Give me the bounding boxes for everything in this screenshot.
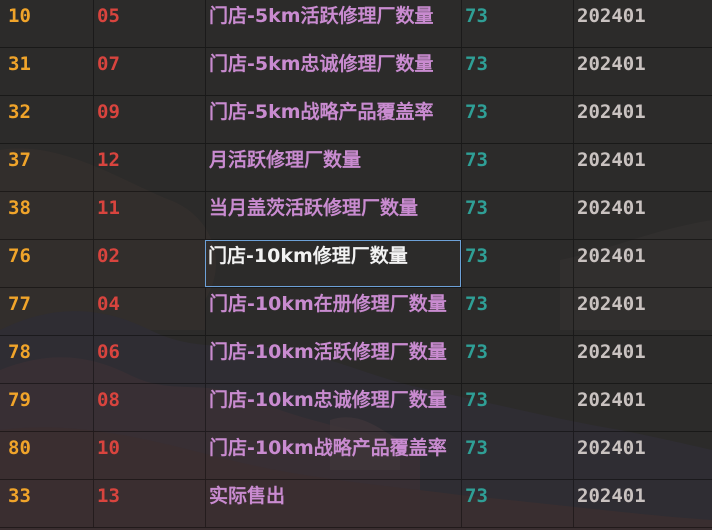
table-row[interactable]: 76 02 门店-10km修理厂数量 73 202401 — [0, 240, 712, 288]
table-row[interactable]: 10 05 门店-5km活跃修理厂数量 73 202401 — [0, 0, 712, 48]
metric-name-cell[interactable]: 月活跃修理厂数量 — [205, 144, 461, 191]
metric-name-cell[interactable]: 当月盖茨活跃修理厂数量 — [205, 192, 461, 239]
code-cell[interactable]: 13 — [93, 480, 205, 527]
code-cell[interactable]: 08 — [93, 384, 205, 431]
table-row[interactable]: 38 11 当月盖茨活跃修理厂数量 73 202401 — [0, 192, 712, 240]
value-cell[interactable]: 73 — [461, 432, 573, 479]
id-cell[interactable]: 37 — [0, 144, 93, 191]
metric-name-cell[interactable]: 门店-10km活跃修理厂数量 — [205, 336, 461, 383]
period-cell[interactable]: 202401 — [573, 96, 712, 143]
value-cell[interactable]: 73 — [461, 240, 573, 287]
period-cell[interactable]: 202401 — [573, 144, 712, 191]
value-cell[interactable]: 73 — [461, 48, 573, 95]
metric-name-cell[interactable]: 门店-5km活跃修理厂数量 — [205, 0, 461, 47]
id-cell[interactable]: 32 — [0, 96, 93, 143]
code-cell[interactable]: 02 — [93, 240, 205, 287]
table-row[interactable]: 77 04 门店-10km在册修理厂数量 73 202401 — [0, 288, 712, 336]
metric-name-cell[interactable]: 实际售出 — [205, 480, 461, 527]
code-cell[interactable]: 06 — [93, 336, 205, 383]
code-cell[interactable]: 12 — [93, 144, 205, 191]
code-cell[interactable]: 07 — [93, 48, 205, 95]
value-cell[interactable]: 73 — [461, 144, 573, 191]
value-cell[interactable]: 73 — [461, 336, 573, 383]
table-row[interactable]: 31 07 门店-5km忠诚修理厂数量 73 202401 — [0, 48, 712, 96]
metric-name-cell[interactable]: 门店-5km忠诚修理厂数量 — [205, 48, 461, 95]
value-cell[interactable]: 73 — [461, 192, 573, 239]
id-cell[interactable]: 77 — [0, 288, 93, 335]
value-cell[interactable]: 73 — [461, 96, 573, 143]
value-cell[interactable]: 73 — [461, 288, 573, 335]
metric-name-cell[interactable]: 门店-10km在册修理厂数量 — [205, 288, 461, 335]
table-row[interactable]: 78 06 门店-10km活跃修理厂数量 73 202401 — [0, 336, 712, 384]
id-cell[interactable]: 80 — [0, 432, 93, 479]
table-row[interactable]: 37 12 月活跃修理厂数量 73 202401 — [0, 144, 712, 192]
id-cell[interactable]: 78 — [0, 336, 93, 383]
metric-name-cell[interactable]: 门店-5km战略产品覆盖率 — [205, 96, 461, 143]
table-row[interactable]: 33 13 实际售出 73 202401 — [0, 480, 712, 528]
period-cell[interactable]: 202401 — [573, 288, 712, 335]
value-cell[interactable]: 73 — [461, 0, 573, 47]
period-cell[interactable]: 202401 — [573, 48, 712, 95]
code-cell[interactable]: 05 — [93, 0, 205, 47]
metric-name-cell[interactable]: 门店-10km战略产品覆盖率 — [205, 432, 461, 479]
period-cell[interactable]: 202401 — [573, 432, 712, 479]
value-cell[interactable]: 73 — [461, 384, 573, 431]
data-table: 10 05 门店-5km活跃修理厂数量 73 202401 31 07 门店-5km忠诚修理厂… — [0, 0, 712, 530]
value-cell[interactable]: 73 — [461, 480, 573, 527]
period-cell[interactable]: 202401 — [573, 384, 712, 431]
id-cell[interactable]: 38 — [0, 192, 93, 239]
id-cell[interactable]: 33 — [0, 480, 93, 527]
period-cell[interactable]: 202401 — [573, 480, 712, 527]
table-row[interactable]: 32 09 门店-5km战略产品覆盖率 73 202401 — [0, 96, 712, 144]
period-cell[interactable]: 202401 — [573, 240, 712, 287]
id-cell[interactable]: 79 — [0, 384, 93, 431]
period-cell[interactable]: 202401 — [573, 336, 712, 383]
metric-name-cell[interactable]: 门店-10km忠诚修理厂数量 — [205, 384, 461, 431]
code-cell[interactable]: 11 — [93, 192, 205, 239]
code-cell[interactable]: 04 — [93, 288, 205, 335]
code-cell[interactable]: 10 — [93, 432, 205, 479]
id-cell[interactable]: 76 — [0, 240, 93, 287]
metric-name-cell-selected[interactable]: 门店-10km修理厂数量 — [205, 240, 461, 287]
period-cell[interactable]: 202401 — [573, 0, 712, 47]
table-row[interactable]: 79 08 门店-10km忠诚修理厂数量 73 202401 — [0, 384, 712, 432]
id-cell[interactable]: 31 — [0, 48, 93, 95]
code-cell[interactable]: 09 — [93, 96, 205, 143]
id-cell[interactable]: 10 — [0, 0, 93, 47]
table-row[interactable]: 80 10 门店-10km战略产品覆盖率 73 202401 — [0, 432, 712, 480]
period-cell[interactable]: 202401 — [573, 192, 712, 239]
